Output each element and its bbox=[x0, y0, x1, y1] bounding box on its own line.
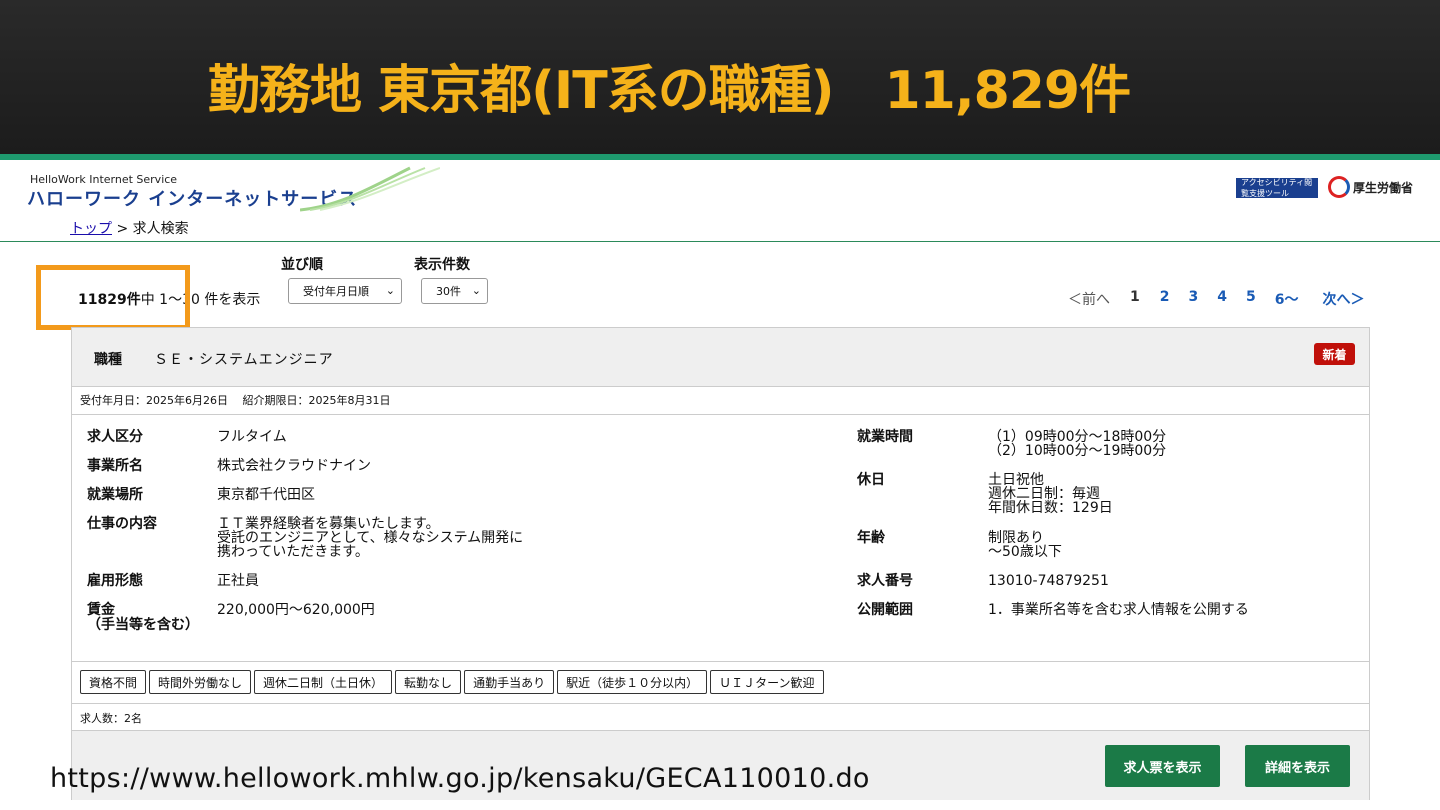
tag: 時間外労働なし bbox=[149, 670, 252, 694]
field-key: 年齢 bbox=[857, 530, 885, 546]
count-select[interactable]: 30件 ⌄ bbox=[421, 278, 488, 304]
count-select-value: 30件 bbox=[436, 285, 461, 298]
field-key: 賃金 bbox=[87, 602, 115, 618]
source-url: https://www.hellowork.mhlw.go.jp/kensaku… bbox=[50, 763, 870, 794]
field-value: 携わっていただきます。 bbox=[217, 544, 369, 560]
accessibility-tool-button[interactable]: アクセシビリティ閲覧支援ツール bbox=[1236, 178, 1318, 198]
pager-page-2[interactable]: 2 bbox=[1160, 289, 1170, 309]
tag-list: 資格不問 時間外労働なし 週休二日制（土日休） 転勤なし 通勤手当あり 駅近（徒… bbox=[80, 670, 824, 694]
accessibility-tool-label: アクセシビリティ閲覧支援ツール bbox=[1241, 178, 1313, 198]
site-header: HelloWork Internet Service ハローワーク インターネッ… bbox=[0, 166, 1440, 242]
field-value: 受託のエンジニアとして、様々なシステム開発に bbox=[217, 530, 524, 546]
divider bbox=[72, 661, 1369, 662]
field-value: 年間休日数：129日 bbox=[988, 500, 1113, 516]
field-value: 正社員 bbox=[217, 573, 259, 589]
field-value: 220,000円〜620,000円 bbox=[217, 602, 375, 618]
field-value: 1．事業所名等を含む求人情報を公開する bbox=[988, 602, 1249, 618]
openings-count: 求人数：2名 bbox=[80, 712, 142, 725]
pager-page-3[interactable]: 3 bbox=[1189, 289, 1199, 309]
field-value: 株式会社クラウドナイン bbox=[217, 458, 371, 474]
job-dates: 受付年月日：2025年6月26日 紹介期限日：2025年8月31日 bbox=[80, 394, 391, 407]
field-value: 土日祝他 bbox=[988, 472, 1044, 488]
breadcrumb-home-link[interactable]: トップ bbox=[70, 221, 112, 237]
tag: 通勤手当あり bbox=[464, 670, 555, 694]
occupation-label: 職種 bbox=[94, 352, 122, 368]
pager-next[interactable]: 次へ＞ bbox=[1323, 289, 1365, 309]
tag: 駅近（徒歩１０分以内） bbox=[557, 670, 708, 694]
sort-select-value: 受付年月日順 bbox=[303, 285, 369, 298]
pager-page-4[interactable]: 4 bbox=[1217, 289, 1227, 309]
divider bbox=[72, 414, 1369, 415]
tag: 週休二日制（土日休） bbox=[254, 670, 393, 694]
pager-current: 1 bbox=[1130, 289, 1140, 305]
ministry-logo[interactable]: 厚生労働省 bbox=[1328, 176, 1413, 198]
field-key: 就業時間 bbox=[857, 429, 913, 445]
show-detail-button[interactable]: 詳細を表示 bbox=[1245, 745, 1350, 787]
field-value: 13010-74879251 bbox=[988, 573, 1109, 589]
chevron-down-icon: ⌄ bbox=[385, 284, 395, 297]
field-value: 東京都千代田区 bbox=[217, 487, 315, 503]
job-card: 職種 ＳＥ・システムエンジニア 新着 受付年月日：2025年6月26日 紹介期限… bbox=[71, 327, 1370, 800]
field-value: ＩＴ業界経験者を募集いたします。 bbox=[217, 516, 440, 532]
field-key: 雇用形態 bbox=[87, 573, 143, 589]
tag: ＵＩＪターン歓迎 bbox=[710, 670, 824, 694]
field-value: 〜50歳以下 bbox=[988, 544, 1062, 560]
field-value: （1）09時00分〜18時00分 bbox=[988, 429, 1167, 445]
field-value: フルタイム bbox=[217, 429, 287, 445]
ministry-label: 厚生労働省 bbox=[1353, 180, 1414, 195]
count-label: 表示件数 bbox=[414, 257, 470, 273]
field-value: （2）10時00分〜19時00分 bbox=[988, 443, 1167, 459]
field-key: 休日 bbox=[857, 472, 885, 488]
job-card-header: 職種 ＳＥ・システムエンジニア 新着 bbox=[72, 328, 1369, 387]
pager-page-6[interactable]: 6〜 bbox=[1275, 289, 1299, 309]
occupation-value: ＳＥ・システムエンジニア bbox=[154, 352, 334, 368]
divider bbox=[72, 703, 1369, 704]
pager-page-5[interactable]: 5 bbox=[1246, 289, 1256, 309]
tag: 資格不問 bbox=[80, 670, 147, 694]
tag: 転勤なし bbox=[395, 670, 462, 694]
breadcrumb-current: 求人検索 bbox=[132, 221, 189, 237]
breadcrumb: トップ > 求人検索 bbox=[70, 218, 189, 238]
chevron-down-icon: ⌄ bbox=[471, 284, 481, 297]
field-key: 事業所名 bbox=[87, 458, 143, 474]
field-value: 週休二日制：毎週 bbox=[988, 486, 1100, 502]
logo-swoosh-icon bbox=[300, 166, 440, 212]
field-value: 制限あり bbox=[988, 530, 1044, 546]
slide-banner: 勤務地 東京都(IT系の職種) 11,829件 bbox=[0, 0, 1440, 160]
field-key: 公開範囲 bbox=[857, 602, 913, 618]
field-key: 就業場所 bbox=[87, 487, 143, 503]
show-ticket-button[interactable]: 求人票を表示 bbox=[1105, 745, 1220, 787]
field-key-sub: （手当等を含む） bbox=[87, 617, 199, 633]
breadcrumb-separator: > bbox=[112, 221, 133, 237]
pager-prev[interactable]: ＜前へ bbox=[1068, 289, 1110, 309]
field-key: 求人区分 bbox=[87, 429, 143, 445]
field-key: 求人番号 bbox=[857, 573, 913, 589]
sort-select[interactable]: 受付年月日順 ⌄ bbox=[288, 278, 402, 304]
highlight-annotation bbox=[36, 265, 190, 330]
field-key: 仕事の内容 bbox=[87, 516, 157, 532]
sort-label: 並び順 bbox=[281, 257, 323, 273]
slide-title: 勤務地 東京都(IT系の職種) 11,829件 bbox=[208, 61, 1131, 121]
ministry-mark-icon bbox=[1328, 176, 1350, 198]
new-badge: 新着 bbox=[1314, 343, 1355, 365]
pagination: ＜前へ 1 2 3 4 5 6〜 次へ＞ bbox=[1068, 289, 1365, 309]
